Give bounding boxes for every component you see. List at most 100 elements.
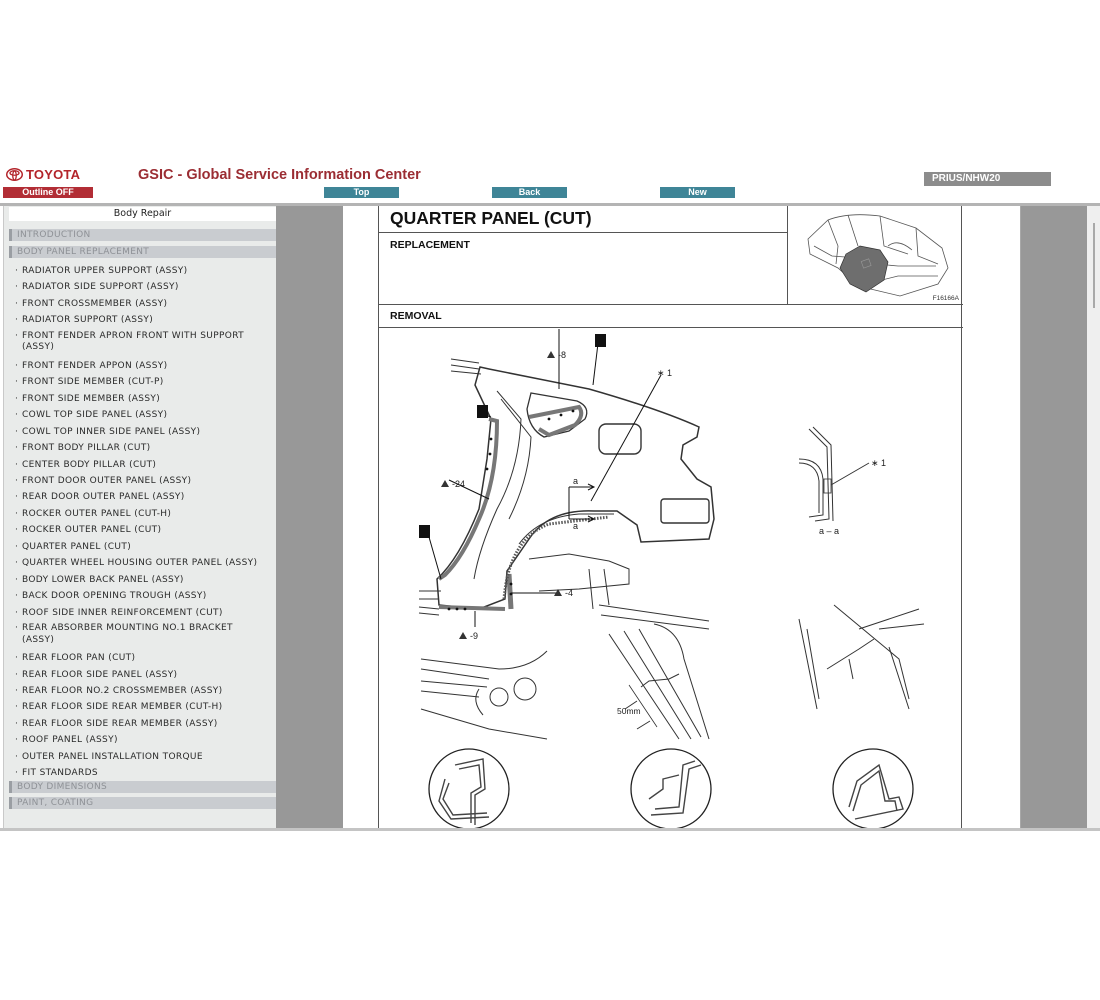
- bullet-icon: ·: [15, 735, 19, 746]
- sidebar-item[interactable]: · BODY LOWER BACK PANEL (ASSY): [15, 572, 277, 588]
- back-button[interactable]: Back: [492, 187, 567, 198]
- sidebar-item-label: BODY LOWER BACK PANEL (ASSY): [22, 574, 184, 585]
- sidebar-item-label: ROCKER OUTER PANEL (CUT-H): [22, 508, 172, 519]
- sidebar-item[interactable]: · FIT STANDARDS: [15, 765, 277, 781]
- sidebar-section-introduction[interactable]: INTRODUCTION: [9, 229, 276, 241]
- sidebar-item-label: QUARTER WHEEL HOUSING OUTER PANEL (ASSY): [22, 558, 258, 569]
- outline-toggle-button[interactable]: Outline OFF: [3, 187, 93, 198]
- bullet-icon: ·: [15, 574, 19, 585]
- right-gutter: [1020, 206, 1087, 828]
- bullet-icon: ·: [15, 591, 19, 602]
- sidebar-item[interactable]: · REAR FLOOR NO.2 CROSSMEMBER (ASSY): [15, 683, 277, 699]
- document-sheet: QUARTER PANEL (CUT) REPLACEMENT F16166A …: [378, 206, 963, 830]
- subtitle: REPLACEMENT: [379, 233, 788, 305]
- sidebar-item-label: BACK DOOR OPENING TROUGH (ASSY): [22, 591, 207, 602]
- bullet-icon: ·: [15, 443, 19, 454]
- sidebar-item-label: REAR FLOOR NO.2 CROSSMEMBER (ASSY): [22, 685, 223, 696]
- sidebar-item[interactable]: · REAR FLOOR PAN (CUT): [15, 650, 277, 666]
- top-button[interactable]: Top: [324, 187, 399, 198]
- bullet-icon: ·: [15, 282, 19, 293]
- sidebar-item-label-continued: (ASSY): [22, 634, 55, 645]
- sidebar-item[interactable]: · FRONT CROSSMEMBER (ASSY): [15, 296, 277, 312]
- section-note-1: ∗ 1: [871, 458, 886, 468]
- sidebar-item[interactable]: · REAR DOOR OUTER PANEL (ASSY): [15, 489, 277, 505]
- sidebar-item[interactable]: · BACK DOOR OPENING TROUGH (ASSY): [15, 588, 277, 604]
- bullet-icon: ·: [15, 315, 19, 326]
- sidebar-nav-list: · RADIATOR UPPER SUPPORT (ASSY) · RADIATOR …: [15, 263, 277, 782]
- sidebar-item[interactable]: · REAR ABSORBER MOUNTING NO.1 BRACKET (ASS…: [15, 621, 277, 650]
- sidebar-item[interactable]: · QUARTER PANEL (CUT): [15, 539, 277, 555]
- brand-name: TOYOTA: [26, 167, 81, 182]
- sidebar-item-label: REAR FLOOR PAN (CUT): [22, 653, 136, 664]
- sidebar-item[interactable]: · RADIATOR SIDE SUPPORT (ASSY): [15, 279, 277, 295]
- sidebar-item-label: ROOF PANEL (ASSY): [22, 735, 118, 746]
- sidebar-item[interactable]: · QUARTER WHEEL HOUSING OUTER PANEL (ASSY…: [15, 555, 277, 571]
- frame-divider-bottom: [0, 828, 1100, 831]
- sidebar-item[interactable]: · OUTER PANEL INSTALLATION TORQUE: [15, 749, 277, 765]
- section-a-bottom: a: [573, 521, 578, 531]
- sidebar-item-label: REAR FLOOR SIDE REAR MEMBER (CUT-H): [22, 702, 223, 713]
- bullet-icon: ·: [15, 410, 19, 421]
- sidebar-item[interactable]: · REAR FLOOR SIDE REAR MEMBER (CUT-H): [15, 699, 277, 715]
- vehicle-thumbnail: F16166A: [788, 206, 963, 305]
- bullet-icon: ·: [15, 360, 19, 371]
- quarter-panel-diagram: -8 -24 -4 -9 ∗ 1 a a ∗ 1 a – a 50mm: [418, 319, 925, 830]
- sidebar-item-label: REAR ABSORBER MOUNTING NO.1 BRACKET: [22, 623, 233, 634]
- document-pane: QUARTER PANEL (CUT) REPLACEMENT F16166A …: [343, 206, 1020, 830]
- sidebar-item-label: RADIATOR SIDE SUPPORT (ASSY): [22, 282, 179, 293]
- sidebar-item-label: REAR DOOR OUTER PANEL (ASSY): [22, 492, 185, 503]
- figure-code: F16166A: [932, 295, 959, 302]
- sidebar-item[interactable]: · COWL TOP SIDE PANEL (ASSY): [15, 407, 277, 423]
- sidebar-item-label: FRONT CROSSMEMBER (ASSY): [22, 298, 168, 309]
- sidebar-item-label: RADIATOR SUPPORT (ASSY): [22, 315, 154, 326]
- scrollbar-thumb[interactable]: [1093, 223, 1095, 308]
- sidebar-section-body-panel-replacement[interactable]: BODY PANEL REPLACEMENT: [9, 246, 276, 258]
- bullet-icon: ·: [15, 718, 19, 729]
- weld-count-24: -24: [452, 479, 465, 489]
- sidebar-item[interactable]: · ROCKER OUTER PANEL (CUT-H): [15, 506, 277, 522]
- bullet-icon: ·: [15, 558, 19, 569]
- sidebar-item-label: FIT STANDARDS: [22, 768, 98, 779]
- page-title: QUARTER PANEL (CUT): [379, 206, 788, 233]
- sidebar-item-label: CENTER BODY PILLAR (CUT): [22, 459, 157, 470]
- sidebar-item[interactable]: · ROOF SIDE INNER REINFORCEMENT (CUT): [15, 605, 277, 621]
- sidebar-item[interactable]: · FRONT SIDE MEMBER (CUT-P): [15, 374, 277, 390]
- model-badge: PRIUS/NHW20: [924, 172, 1051, 186]
- sidebar-item[interactable]: · ROOF PANEL (ASSY): [15, 732, 277, 748]
- sidebar-item[interactable]: · FRONT FENDER APRON FRONT WITH SUPPORT (A…: [15, 329, 277, 358]
- sidebar-item-label: FRONT FENDER APPON (ASSY): [22, 360, 168, 371]
- sidebar-item[interactable]: · RADIATOR SUPPORT (ASSY): [15, 312, 277, 328]
- sidebar-item[interactable]: · FRONT BODY PILLAR (CUT): [15, 440, 277, 456]
- sidebar-item[interactable]: · RADIATOR UPPER SUPPORT (ASSY): [15, 263, 277, 279]
- sidebar-item[interactable]: · FRONT SIDE MEMBER (ASSY): [15, 391, 277, 407]
- bullet-icon: ·: [15, 541, 19, 552]
- section-heading-removal: REMOVAL: [379, 305, 963, 328]
- sidebar-section-body-dimensions[interactable]: BODY DIMENSIONS: [9, 781, 276, 793]
- bullet-icon: ·: [15, 298, 19, 309]
- bullet-icon: ·: [15, 768, 19, 779]
- sidebar-item-label: ROOF SIDE INNER REINFORCEMENT (CUT): [22, 607, 223, 618]
- bullet-icon: ·: [15, 685, 19, 696]
- sidebar-item[interactable]: · COWL TOP INNER SIDE PANEL (ASSY): [15, 424, 277, 440]
- weld-symbol-icons: [419, 334, 606, 538]
- sidebar-item[interactable]: · FRONT DOOR OUTER PANEL (ASSY): [15, 473, 277, 489]
- toyota-logo: TOYOTA: [6, 167, 80, 182]
- weld-count-8: -8: [558, 350, 566, 360]
- sidebar-item[interactable]: · ROCKER OUTER PANEL (CUT): [15, 522, 277, 538]
- sidebar-item[interactable]: · REAR FLOOR SIDE REAR MEMBER (ASSY): [15, 716, 277, 732]
- left-gutter: [276, 206, 343, 828]
- new-button[interactable]: New: [660, 187, 735, 198]
- sidebar-item-label: REAR FLOOR SIDE REAR MEMBER (ASSY): [22, 718, 218, 729]
- weld-count-9: -9: [470, 631, 478, 641]
- sidebar-item-label: RADIATOR UPPER SUPPORT (ASSY): [22, 266, 188, 276]
- bullet-icon: ·: [15, 475, 19, 486]
- sidebar-section-paint-coating[interactable]: PAINT, COATING: [9, 797, 276, 809]
- sidebar-item-label: FRONT BODY PILLAR (CUT): [22, 443, 151, 454]
- car-body-thumbnail-icon: [807, 214, 949, 297]
- sidebar-item[interactable]: · REAR FLOOR SIDE PANEL (ASSY): [15, 667, 277, 683]
- sidebar-item[interactable]: · CENTER BODY PILLAR (CUT): [15, 457, 277, 473]
- sidebar-item[interactable]: · FRONT FENDER APPON (ASSY): [15, 358, 277, 374]
- sidebar-item-label: FRONT SIDE MEMBER (ASSY): [22, 393, 161, 404]
- app-title: GSIC - Global Service Information Center: [138, 167, 421, 183]
- bullet-icon: ·: [15, 702, 19, 713]
